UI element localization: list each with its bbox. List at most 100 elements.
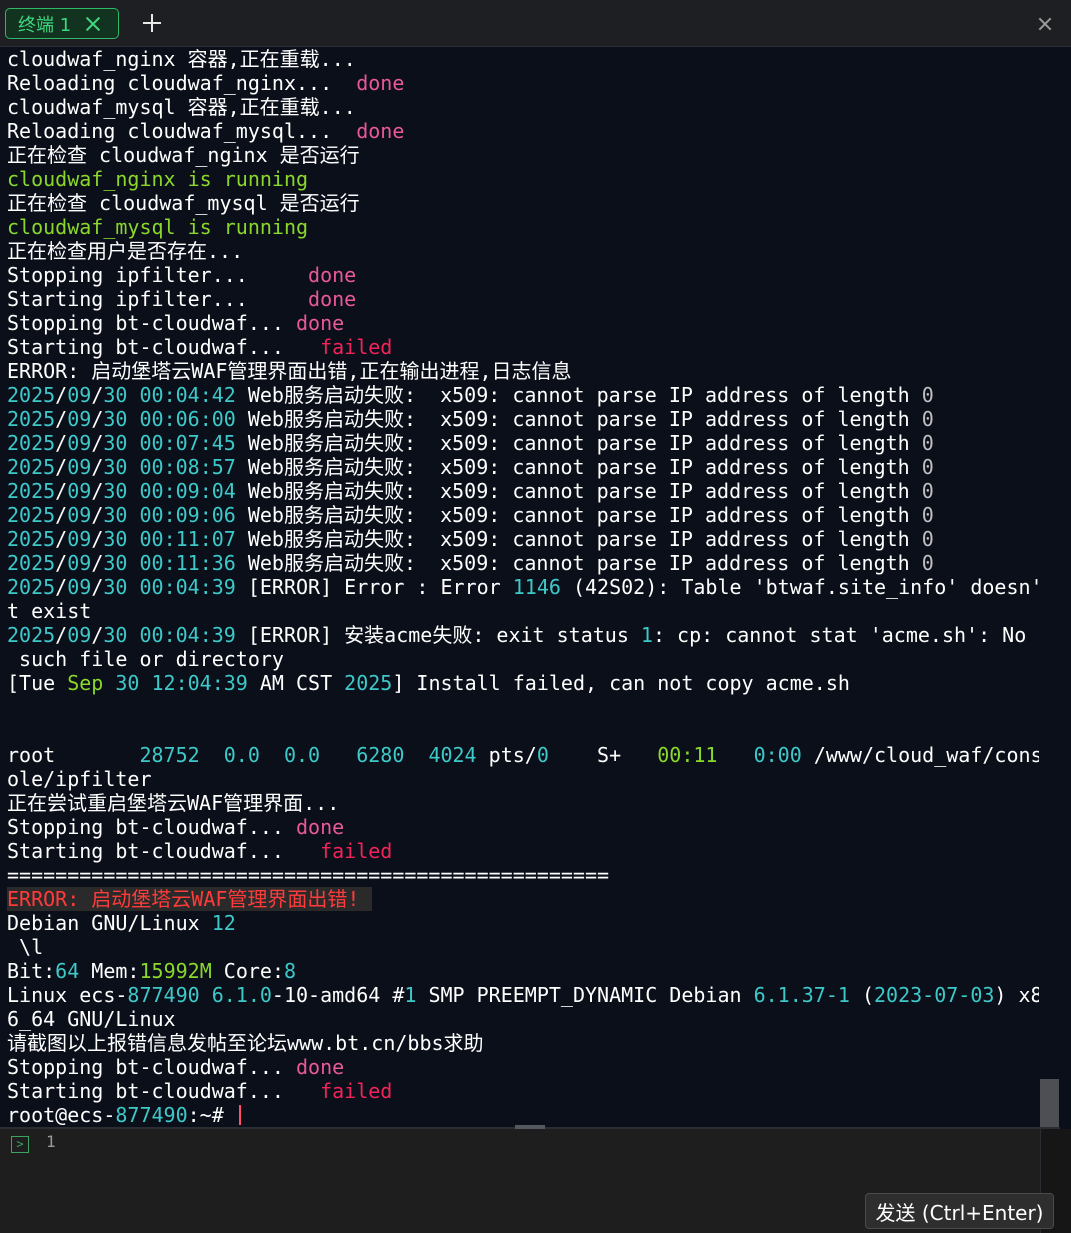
terminal-text: cloudwaf_mysql is running (7, 215, 309, 239)
terminal-text: 15992M (139, 959, 212, 983)
terminal-text: done (295, 815, 345, 839)
terminal-output[interactable]: cloudwaf_nginx 容器,正在重载... Reloading cloud… (0, 47, 1060, 1127)
close-icon[interactable] (1036, 15, 1054, 33)
close-icon[interactable] (85, 16, 101, 32)
terminal-text: Stopping ipfilter... (7, 263, 309, 287)
terminal-text: 12 (211, 911, 236, 935)
terminal-line: t exist (7, 599, 91, 623)
terminal-text: Stopping bt-cloudwaf... (7, 311, 296, 335)
terminal-line: Bit:64 Mem:15992M Core:8 (7, 959, 296, 983)
terminal-text: 0 (921, 383, 934, 407)
tab-bar: 终端 1 (0, 0, 1071, 47)
terminal-text: Web服务启动失败: x509: cannot parse IP address… (235, 407, 922, 431)
terminal-text: 30 00:11:07 (103, 527, 236, 551)
terminal-text: /www/cloud_waf/cons (801, 743, 1043, 767)
terminal-text: / (91, 551, 104, 575)
terminal-text: 09 (67, 503, 92, 527)
terminal-text: 09 (67, 383, 92, 407)
terminal-text: / (55, 455, 68, 479)
terminal-text: 2025 (7, 479, 56, 503)
terminal-text: 0 (921, 527, 934, 551)
send-button[interactable]: 发送 (Ctrl+Enter) (865, 1193, 1054, 1229)
terminal-text: ERROR: 启动堡塔云WAF管理界面出错! (7, 887, 372, 911)
terminal-text: 2025 (7, 383, 56, 407)
terminal-text: / (91, 479, 104, 503)
terminal-line: 正在尝试重启堡塔云WAF管理界面... (7, 791, 339, 815)
terminal-text: ========================================… (7, 863, 610, 887)
terminal-text: ERROR: 启动堡塔云WAF管理界面出错,正在输出进程,日志信息 (7, 359, 572, 383)
terminal-text: Sep (67, 671, 104, 695)
terminal-line: ========================================… (7, 863, 609, 887)
terminal-line: ERROR: 启动堡塔云WAF管理界面出错,正在输出进程,日志信息 (7, 359, 572, 383)
terminal-text: pts/ (476, 743, 537, 767)
terminal-text: Web服务启动失败: x509: cannot parse IP address… (235, 455, 922, 479)
terminal-text: Starting ipfilter... (7, 287, 309, 311)
terminal-line: 正在检查 cloudwaf_mysql 是否运行 (7, 191, 360, 215)
terminal-text: 正在检查用户是否存在... (7, 239, 244, 263)
terminal-text: / (91, 503, 104, 527)
scrollbar-thumb[interactable] (1040, 1079, 1059, 1127)
plus-icon[interactable] (140, 11, 164, 35)
terminal-text: 2025 (7, 431, 56, 455)
terminal-text: 0 (921, 455, 934, 479)
terminal-text: Starting bt-cloudwaf... (7, 839, 321, 863)
terminal-text: [ERROR] Error : Error (235, 575, 513, 599)
terminal-line: 2025/09/30 00:11:36 Web服务启动失败: x509: can… (7, 551, 934, 575)
terminal-text: / (55, 407, 68, 431)
terminal-text: Web服务启动失败: x509: cannot parse IP address… (235, 551, 922, 575)
terminal-line: 6_64 GNU/Linux (7, 1007, 176, 1031)
terminal-text: 09 (67, 479, 92, 503)
terminal-text: / (91, 455, 104, 479)
terminal-text: failed (320, 335, 393, 359)
terminal-line: cloudwaf_nginx is running (7, 167, 308, 191)
terminal-text: / (91, 623, 104, 647)
terminal-line: 2025/09/30 00:09:04 Web服务启动失败: x509: can… (7, 479, 934, 503)
terminal-line: Stopping bt-cloudwaf... done (7, 815, 344, 839)
terminal-text: 30 00:04:42 (103, 383, 236, 407)
terminal-text: / (91, 431, 104, 455)
terminal-line: [Tue Sep 30 12:04:39 AM CST 2025] Instal… (7, 671, 850, 695)
terminal-line: Linux ecs-877490 6.1.0-10-amd64 #1 SMP P… (7, 983, 1043, 1007)
terminal-text: 09 (67, 551, 92, 575)
terminal-text: 6.1.37-1 (753, 983, 850, 1007)
terminal-text: 0 (921, 551, 934, 575)
terminal-text: [ERROR] 安装acme失败: exit status (235, 623, 641, 647)
terminal-text: / (55, 431, 68, 455)
terminal-text: / (55, 575, 68, 599)
terminal-text: :~# (187, 1103, 236, 1127)
terminal-line: cloudwaf_nginx 容器,正在重载... (7, 47, 356, 71)
terminal-text: 2025 (7, 503, 56, 527)
terminal-text: root (7, 743, 140, 767)
terminal-line: 2025/09/30 00:04:39 [ERROR] 安装acme失败: ex… (7, 623, 1026, 647)
terminal-line: cloudwaf_mysql 容器,正在重载... (7, 95, 356, 119)
terminal-text: 0 (921, 431, 934, 455)
scrollbar[interactable] (1039, 47, 1060, 1127)
terminal-text: ( (849, 983, 874, 1007)
text-cursor (238, 1105, 241, 1125)
line-number: 1 (46, 1132, 56, 1151)
terminal-text: 正在检查 cloudwaf_nginx 是否运行 (7, 143, 360, 167)
terminal-text: ole/ipfilter (7, 767, 152, 791)
terminal-text: 30 00:09:06 (103, 503, 236, 527)
terminal-text: Starting bt-cloudwaf... (7, 1079, 321, 1103)
terminal-text: root@ecs- (7, 1103, 116, 1127)
terminal-text: 0 (921, 407, 934, 431)
terminal-line: 2025/09/30 00:06:00 Web服务启动失败: x509: can… (7, 407, 934, 431)
terminal-line: 2025/09/30 00:08:57 Web服务启动失败: x509: can… (7, 455, 934, 479)
terminal-text: Mem: (79, 959, 140, 983)
terminal-text: Linux ecs- (7, 983, 128, 1007)
tab-terminal-1[interactable]: 终端 1 (5, 8, 119, 39)
terminal-text: / (55, 551, 68, 575)
terminal-line: Reloading cloudwaf_nginx... done (7, 71, 404, 95)
terminal-text: 30 00:08:57 (103, 455, 236, 479)
terminal-text: Debian GNU/Linux (7, 911, 212, 935)
terminal-text: 28752 0.0 0.0 6280 4024 (139, 743, 477, 767)
terminal-text: 09 (67, 623, 92, 647)
terminal-text: Web服务启动失败: x509: cannot parse IP address… (235, 503, 922, 527)
terminal-text: Web服务启动失败: x509: cannot parse IP address… (235, 431, 922, 455)
terminal-text: 1 (404, 983, 417, 1007)
terminal-line: 2025/09/30 00:07:45 Web服务启动失败: x509: can… (7, 431, 934, 455)
terminal-text: Stopping bt-cloudwaf... (7, 1055, 296, 1079)
terminal-text: / (91, 383, 104, 407)
